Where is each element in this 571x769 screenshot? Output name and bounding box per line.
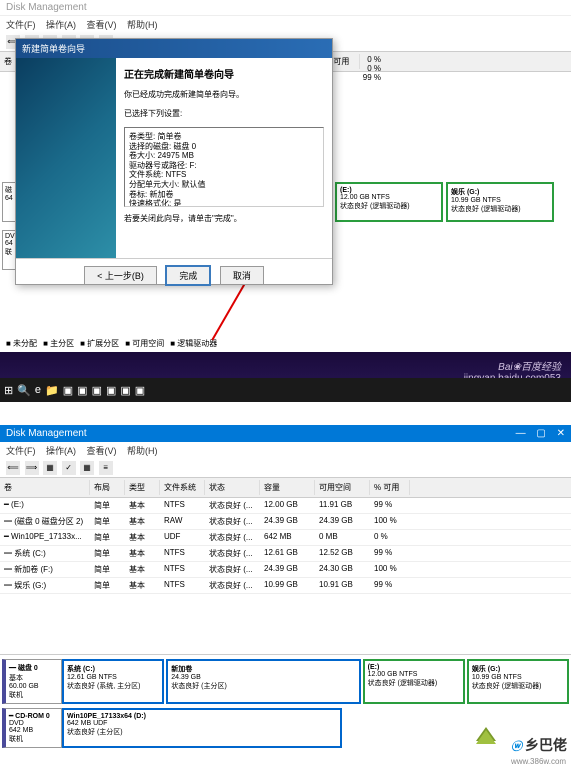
- tool-icon[interactable]: ≡: [99, 461, 113, 475]
- volume-row[interactable]: ━ (E:)简单基本NTFS状态良好 (...12.00 GB11.91 GB9…: [0, 498, 571, 514]
- start-icon[interactable]: ⊞: [4, 384, 13, 397]
- partition-e[interactable]: (E:) 12.00 GB NTFS 状态良好 (逻辑驱动器): [335, 182, 443, 222]
- maximize-icon[interactable]: ▢: [536, 428, 545, 439]
- disk-0-label[interactable]: ━ 磁盘 0 基本 60.00 GB 联机: [2, 659, 62, 704]
- bottom-toolbar: ⟸ ⟹ ▦ ✓ ▦ ≡: [0, 459, 571, 478]
- app-icon[interactable]: ▣: [135, 384, 145, 397]
- partition-g[interactable]: 娱乐 (G:) 10.99 GB NTFS 状态良好 (逻辑驱动器): [446, 182, 554, 222]
- search-icon[interactable]: 🔍: [17, 384, 31, 397]
- col-pct[interactable]: % 可用: [370, 480, 410, 495]
- folder-icon[interactable]: 📁: [45, 384, 59, 397]
- pct-values: 0 %0 %99 %: [363, 55, 381, 82]
- wizard-heading: 正在完成新建简单卷向导: [124, 66, 324, 81]
- col-type[interactable]: 类型: [125, 480, 160, 495]
- finish-button[interactable]: 完成: [165, 265, 211, 286]
- close-icon[interactable]: ✕: [557, 428, 565, 439]
- menu-bar: 文件(F) 操作(A) 查看(V) 帮助(H): [0, 16, 571, 33]
- volume-row[interactable]: ━ (磁盘 0 磁盘分区 2)简单基本RAW状态良好 (...24.39 GB2…: [0, 514, 571, 530]
- tool-icon[interactable]: ⟹: [25, 461, 39, 475]
- col-cap[interactable]: 容量: [260, 480, 315, 495]
- app-icon[interactable]: ▣: [77, 384, 87, 397]
- col-free[interactable]: 可用空间: [315, 480, 370, 495]
- tool-icon[interactable]: ⟸: [6, 461, 20, 475]
- wizard-title: 新建简单卷向导: [16, 39, 332, 58]
- footer-watermark: ⓦ 乡巴佬 www.386w.com: [511, 735, 567, 767]
- menu-file[interactable]: 文件(F): [6, 446, 36, 456]
- taskbar: ⊞ 🔍 e 📁 ▣ ▣ ▣ ▣ ▣ ▣: [0, 378, 571, 402]
- wizard-banner: [16, 58, 116, 258]
- footer-arrow-icon: [476, 727, 496, 741]
- app-icon[interactable]: ▣: [120, 384, 130, 397]
- col-fs[interactable]: 文件系统: [160, 480, 205, 495]
- app-icon[interactable]: ▣: [92, 384, 102, 397]
- bottom-disk-management: Disk Management — ▢ ✕ 文件(F) 操作(A) 查看(V) …: [0, 425, 571, 710]
- menu-help[interactable]: 帮助(H): [127, 20, 158, 30]
- volume-row[interactable]: ━ Win10PE_17133x...简单基本UDF状态良好 (...642 M…: [0, 530, 571, 546]
- app-icon[interactable]: ▣: [63, 384, 73, 397]
- edge-icon[interactable]: e: [35, 384, 41, 396]
- bottom-menu-bar: 文件(F) 操作(A) 查看(V) 帮助(H): [0, 442, 571, 459]
- menu-help[interactable]: 帮助(H): [127, 446, 158, 456]
- bottom-volumes-header: 卷 布局 类型 文件系统 状态 容量 可用空间 % 可用: [0, 478, 571, 498]
- menu-view[interactable]: 查看(V): [87, 446, 117, 456]
- part-e[interactable]: (E:)12.00 GB NTFS状态良好 (逻辑驱动器): [363, 659, 465, 704]
- title-bar: Disk Management: [0, 0, 571, 16]
- minimize-icon[interactable]: —: [516, 428, 526, 439]
- tool-icon[interactable]: ▦: [80, 461, 94, 475]
- part-c[interactable]: 系统 (C:)12.61 GB NTFS状态良好 (系统, 主分区): [62, 659, 164, 704]
- cancel-button[interactable]: 取消: [220, 266, 264, 285]
- baidu-watermark: Bai❀百度经验 jingyan.baidu.com053 ^ ㊥ 中 ⊕ 20…: [0, 352, 571, 402]
- tool-icon[interactable]: ✓: [62, 461, 76, 475]
- wizard-settings-list[interactable]: 卷类型: 简单卷 选择的磁盘: 磁盘 0 卷大小: 24975 MB 驱动器号或…: [124, 127, 324, 207]
- disk-0-row: ━ 磁盘 0 基本 60.00 GB 联机 系统 (C:)12.61 GB NT…: [2, 659, 569, 704]
- col-layout[interactable]: 布局: [90, 480, 125, 495]
- partition-row: (E:) 12.00 GB NTFS 状态良好 (逻辑驱动器) 娱乐 (G:) …: [335, 182, 554, 222]
- volume-row[interactable]: ━ 系统 (C:)简单基本NTFS状态良好 (...12.61 GB12.52 …: [0, 546, 571, 562]
- wizard-list-label: 已选择下列设置:: [124, 108, 324, 119]
- volumes-table: ━ (E:)简单基本NTFS状态良好 (...12.00 GB11.91 GB9…: [0, 498, 571, 594]
- app-icon[interactable]: ▣: [106, 384, 116, 397]
- volume-row[interactable]: ━ 娱乐 (G:)简单基本NTFS状态良好 (...10.99 GB10.91 …: [0, 578, 571, 594]
- tool-icon[interactable]: ▦: [43, 461, 57, 475]
- wizard-footer: < 上一步(B) 完成 取消: [16, 258, 332, 292]
- menu-action[interactable]: 操作(A): [46, 20, 76, 30]
- menu-view[interactable]: 查看(V): [87, 20, 117, 30]
- bottom-title-bar: Disk Management — ▢ ✕: [0, 425, 571, 442]
- menu-file[interactable]: 文件(F): [6, 20, 36, 30]
- new-volume-wizard: 新建简单卷向导 正在完成新建简单卷向导 你已经成功完成新建简单卷向导。 已选择下…: [15, 38, 333, 285]
- wizard-subtitle: 你已经成功完成新建简单卷向导。: [124, 89, 324, 100]
- col-volume[interactable]: 卷: [0, 480, 90, 495]
- part-new[interactable]: 新加卷24.39 GB状态良好 (主分区): [166, 659, 360, 704]
- col-status[interactable]: 状态: [205, 480, 260, 495]
- menu-action[interactable]: 操作(A): [46, 446, 76, 456]
- wizard-hint: 若要关闭此向导，请单击"完成"。: [124, 213, 324, 224]
- back-button[interactable]: < 上一步(B): [84, 266, 157, 285]
- cdrom-part[interactable]: Win10PE_17133x64 (D:)642 MB UDF状态良好 (主分区…: [62, 708, 342, 748]
- cdrom-label[interactable]: ━ CD-ROM 0 DVD 642 MB 联机: [2, 708, 62, 748]
- part-g[interactable]: 娱乐 (G:)10.99 GB NTFS状态良好 (逻辑驱动器): [467, 659, 569, 704]
- volume-row[interactable]: ━ 新加卷 (F:)简单基本NTFS状态良好 (...24.39 GB24.30…: [0, 562, 571, 578]
